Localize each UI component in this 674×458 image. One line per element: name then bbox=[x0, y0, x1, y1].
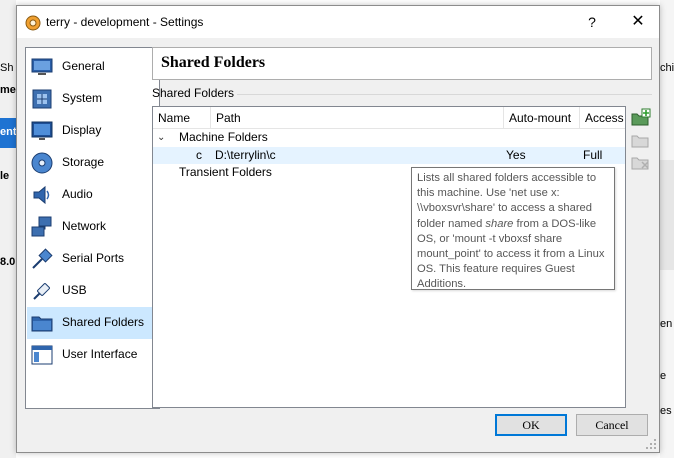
bg-text: me bbox=[0, 84, 16, 96]
window-title: terry - development - Settings bbox=[46, 15, 204, 29]
sidebar-item-serial-ports[interactable]: Serial Ports bbox=[27, 243, 158, 275]
background-window-right: chi en e es bbox=[660, 0, 674, 458]
bg-text: chi bbox=[660, 62, 674, 74]
sidebar-item-storage[interactable]: Storage bbox=[27, 147, 158, 179]
chip-icon bbox=[32, 89, 52, 109]
bg-stripe bbox=[660, 160, 674, 270]
background-window-left: Sh me ent le 8.0 bbox=[0, 0, 16, 458]
bg-text: es bbox=[660, 405, 672, 417]
serial-port-icon bbox=[32, 248, 53, 269]
bg-text: e bbox=[660, 370, 667, 382]
sidebar-item-label: Audio bbox=[62, 187, 93, 201]
folder-name: c bbox=[196, 148, 202, 162]
bg-text: 8.0 bbox=[0, 256, 16, 268]
remove-shared-folder-button[interactable] bbox=[629, 152, 651, 172]
group-divider bbox=[237, 94, 652, 95]
ok-button[interactable]: OK bbox=[495, 414, 567, 436]
sidebar-item-general[interactable]: General bbox=[27, 51, 158, 83]
network-icon bbox=[31, 216, 52, 237]
sidebar-item-label: System bbox=[62, 91, 103, 105]
sidebar-item-user-interface[interactable]: User Interface bbox=[27, 339, 158, 371]
disk-icon bbox=[31, 152, 53, 174]
speaker-icon bbox=[33, 185, 50, 205]
sidebar-item-label: Shared Folders bbox=[62, 315, 145, 329]
settings-dialog: terry - development - Settings ? ✕ Gener… bbox=[16, 5, 660, 453]
virtualbox-gear-icon bbox=[25, 15, 41, 31]
resize-grip-icon[interactable] bbox=[645, 438, 657, 450]
page-title: Shared Folders bbox=[161, 54, 266, 71]
sidebar-item-shared-folders[interactable]: Shared Folders bbox=[27, 307, 158, 339]
bg-text: ent bbox=[0, 126, 16, 138]
column-header-name[interactable]: Name bbox=[153, 107, 211, 129]
sidebar-item-display[interactable]: Display bbox=[27, 115, 158, 147]
sidebar-item-network[interactable]: Network bbox=[27, 211, 158, 243]
tree-header: Name Path Auto-mount Access bbox=[153, 107, 625, 129]
column-header-access[interactable]: Access bbox=[580, 107, 625, 129]
table-row[interactable]: c D:\terrylin\c Yes Full bbox=[153, 147, 625, 164]
column-header-auto-mount[interactable]: Auto-mount bbox=[504, 107, 580, 129]
sidebar-item-label: Network bbox=[62, 219, 107, 233]
sidebar-item-system[interactable]: System bbox=[27, 83, 158, 115]
group-label: Machine Folders bbox=[179, 130, 268, 144]
usb-icon bbox=[33, 283, 50, 300]
sidebar-item-label: User Interface bbox=[62, 347, 138, 361]
bg-text: en bbox=[660, 318, 673, 330]
sidebar-item-audio[interactable]: Audio bbox=[27, 179, 158, 211]
monitor-icon bbox=[31, 58, 53, 75]
tooltip-emphasis: share bbox=[485, 217, 514, 230]
sidebar-item-label: General bbox=[62, 59, 105, 73]
group-label: Transient Folders bbox=[179, 165, 272, 179]
column-header-path[interactable]: Path bbox=[211, 107, 504, 129]
edit-shared-folder-button[interactable] bbox=[629, 130, 651, 150]
display-icon bbox=[31, 121, 53, 140]
group-label: Shared Folders bbox=[152, 86, 235, 100]
sidebar-item-usb[interactable]: USB bbox=[27, 275, 158, 307]
page-title-box: Shared Folders bbox=[152, 47, 652, 80]
sidebar-item-label: Storage bbox=[62, 155, 105, 169]
folder-access: Full bbox=[583, 148, 603, 162]
close-button[interactable]: ✕ bbox=[615, 6, 661, 38]
title-bar[interactable]: terry - development - Settings ? ✕ bbox=[17, 6, 659, 38]
tree-group-machine-folders[interactable]: ⌄ Machine Folders bbox=[153, 129, 625, 146]
cancel-button[interactable]: Cancel bbox=[576, 414, 648, 436]
sidebar-item-label: Serial Ports bbox=[62, 251, 125, 265]
bg-text: le bbox=[0, 170, 10, 182]
settings-sidebar: General System Display Storage Audio Net… bbox=[25, 47, 160, 409]
ui-window-icon bbox=[31, 345, 53, 365]
shared-folders-tooltip: Lists all shared folders accessible to t… bbox=[411, 167, 615, 290]
help-button[interactable]: ? bbox=[569, 6, 615, 38]
sidebar-item-label: Display bbox=[62, 123, 102, 137]
sidebar-item-label: USB bbox=[62, 283, 87, 297]
add-shared-folder-button[interactable] bbox=[629, 108, 651, 128]
expand-chevron-icon[interactable]: ⌄ bbox=[157, 129, 165, 146]
folder-auto-mount: Yes bbox=[506, 148, 526, 162]
folder-icon bbox=[31, 316, 53, 332]
folder-path: D:\terrylin\c bbox=[215, 148, 276, 162]
bg-text: Sh bbox=[0, 62, 14, 74]
